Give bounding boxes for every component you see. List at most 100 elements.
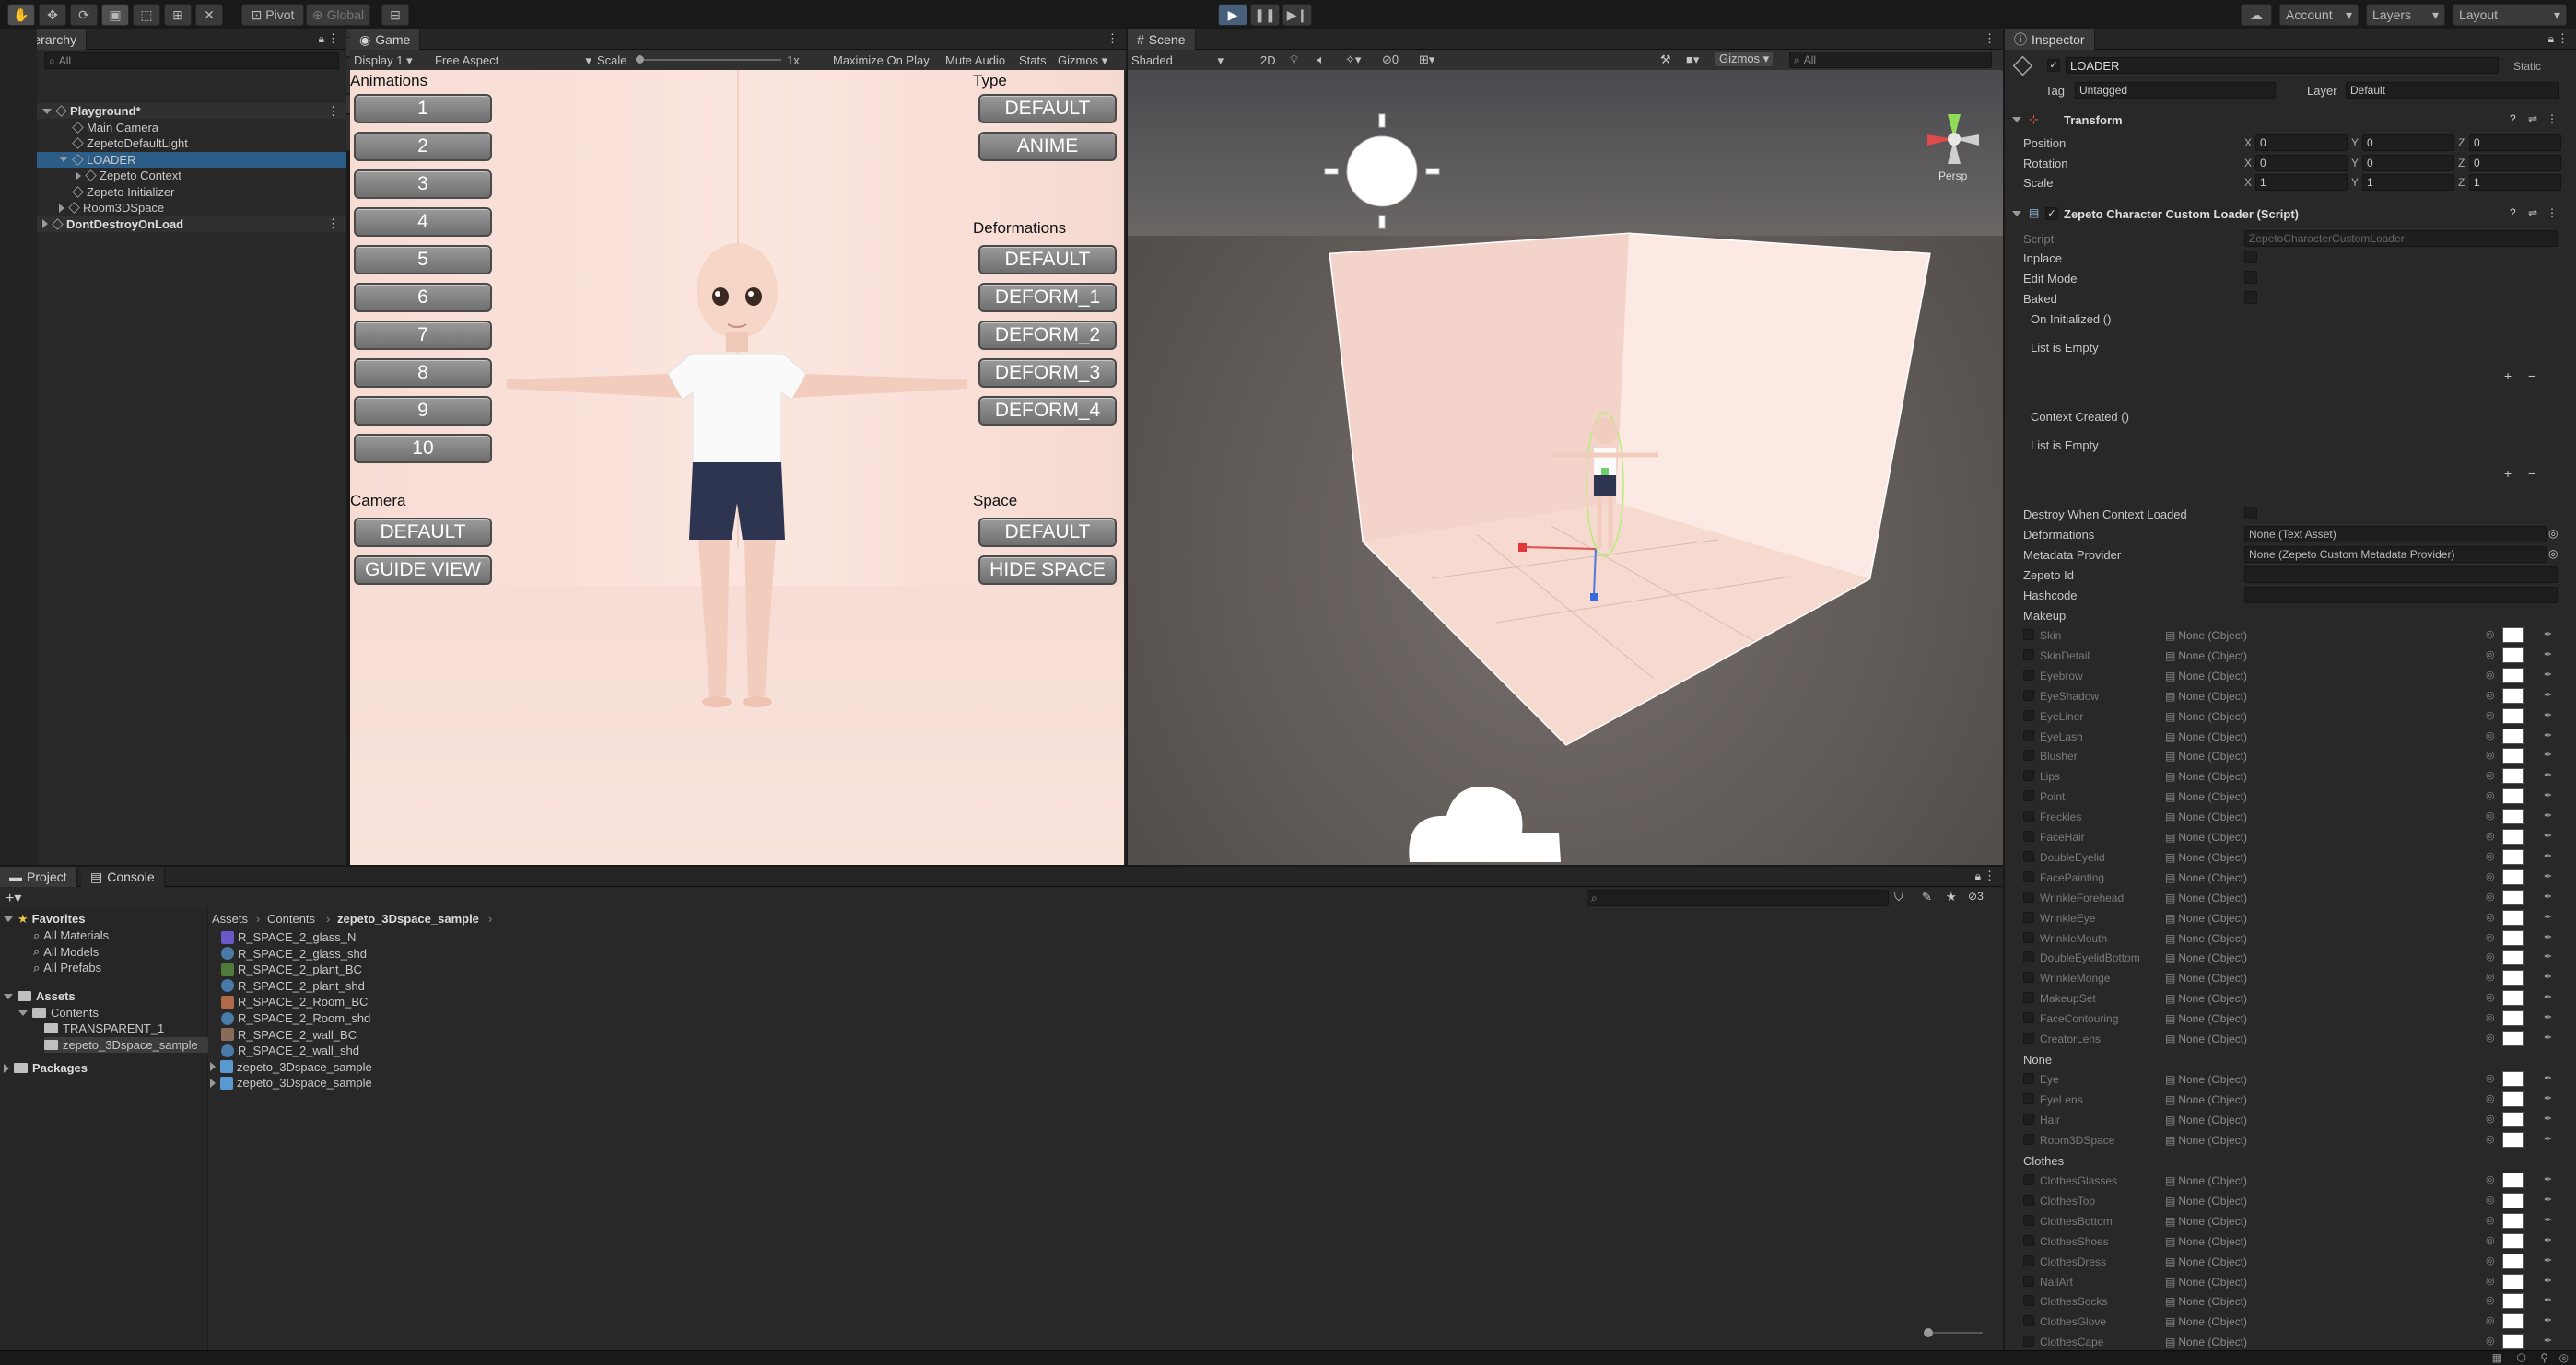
folder-tree-item[interactable]: Assets — [4, 988, 208, 1004]
animation-button[interactable]: 7 — [354, 321, 492, 350]
add-icon[interactable]: + — [2504, 466, 2512, 481]
scale-slider[interactable] — [636, 55, 781, 64]
animation-button[interactable]: 9 — [354, 396, 492, 426]
color-swatch[interactable] — [2502, 1273, 2524, 1289]
stats-toggle[interactable]: Stats — [1019, 53, 1047, 67]
preset-icon[interactable]: ⇌ — [2528, 206, 2537, 219]
eyedropper-icon[interactable]: ✒︎ — [2544, 628, 2552, 640]
chevron-down-icon[interactable] — [18, 1009, 28, 1016]
space-button[interactable]: DEFAULT — [978, 518, 1117, 547]
more-icon[interactable]: ⋮ — [327, 216, 339, 231]
slot-checkbox[interactable] — [2023, 770, 2034, 782]
chevron-right-icon[interactable] — [210, 1062, 216, 1072]
color-swatch[interactable] — [2502, 1071, 2524, 1087]
icon-size-slider[interactable] — [1924, 1328, 1983, 1337]
color-swatch[interactable] — [2502, 1091, 2524, 1107]
property-checkbox[interactable] — [2244, 251, 2257, 263]
tab-inspector[interactable]: ⓘ Inspector — [2005, 29, 2095, 50]
slot-checkbox[interactable] — [2023, 1214, 2034, 1226]
target-icon[interactable]: ◎ — [2486, 1011, 2495, 1023]
color-swatch[interactable] — [2502, 1253, 2524, 1269]
folder-tree-item[interactable]: ⌕ All Models — [33, 944, 208, 960]
slot-object-field[interactable]: ▤ None (Object) — [2161, 688, 2346, 705]
slot-object-field[interactable]: ▤ None (Object) — [2161, 1172, 2346, 1189]
slot-checkbox[interactable] — [2023, 931, 2034, 943]
chevron-down-icon[interactable] — [2012, 117, 2021, 122]
asset-item[interactable]: R_SPACE_2_plant_shd — [221, 978, 590, 994]
color-swatch[interactable] — [2502, 707, 2524, 724]
slot-object-field[interactable]: ▤ None (Object) — [2161, 849, 2346, 866]
slot-object-field[interactable]: ▤ None (Object) — [2161, 768, 2346, 785]
target-icon[interactable]: ◎ — [2486, 911, 2495, 923]
chevron-right-icon[interactable] — [4, 1063, 9, 1073]
color-swatch[interactable] — [2502, 627, 2524, 643]
target-icon[interactable]: ◎ — [2486, 1032, 2495, 1044]
tab-game[interactable]: ◉ Game — [350, 29, 421, 50]
eyedropper-icon[interactable]: ✒︎ — [2544, 729, 2552, 741]
animation-button[interactable]: 1 — [354, 94, 492, 123]
target-icon[interactable]: ◎ — [2486, 971, 2495, 983]
target-icon[interactable]: ◎ — [2486, 709, 2495, 721]
eyedropper-icon[interactable]: ✒︎ — [2544, 1194, 2552, 1206]
more-icon[interactable]: ⋮ — [327, 104, 339, 119]
slot-object-field[interactable]: ▤ None (Object) — [2161, 990, 2346, 1007]
animation-button[interactable]: 10 — [354, 434, 492, 463]
color-swatch[interactable] — [2502, 1313, 2524, 1330]
slot-checkbox[interactable] — [2023, 709, 2034, 721]
more-icon[interactable]: ⋮ — [327, 31, 339, 46]
transform-y-field[interactable]: 0 — [2362, 134, 2454, 151]
maximize-on-play-toggle[interactable]: Maximize On Play — [833, 53, 930, 67]
camera-button[interactable]: GUIDE VIEW — [354, 555, 492, 585]
breadcrumb-item[interactable]: Assets — [212, 912, 248, 926]
target-icon[interactable]: ◎ — [2486, 769, 2495, 781]
target-icon[interactable]: ◎ — [2486, 1254, 2495, 1266]
target-icon[interactable]: ◎ — [2486, 1173, 2495, 1185]
color-swatch[interactable] — [2502, 768, 2524, 785]
eyedropper-icon[interactable]: ✒︎ — [2544, 1314, 2552, 1326]
slot-object-field[interactable]: ▤ None (Object) — [2161, 648, 2346, 664]
more-icon[interactable]: ⋮ — [2547, 206, 2558, 219]
display-dropdown[interactable]: Display 1 ▾ — [354, 53, 413, 68]
slot-checkbox[interactable] — [2023, 1295, 2034, 1307]
eyedropper-icon[interactable]: ✒︎ — [2544, 689, 2552, 701]
remove-icon[interactable]: − — [2528, 466, 2535, 481]
eyedropper-icon[interactable]: ✒︎ — [2544, 1254, 2552, 1266]
slot-object-field[interactable]: ▤ None (Object) — [2161, 1031, 2346, 1047]
type-button[interactable]: DEFAULT — [978, 94, 1117, 123]
slot-checkbox[interactable] — [2023, 1275, 2034, 1287]
tools-icon[interactable]: ⚒︎ — [1660, 52, 1671, 67]
color-swatch[interactable] — [2502, 1334, 2524, 1350]
slot-object-field[interactable]: ▤ None (Object) — [2161, 930, 2346, 947]
target-icon[interactable]: ◎ — [2486, 628, 2495, 640]
mute-audio-toggle[interactable]: Mute Audio — [945, 53, 1005, 67]
more-icon[interactable]: ⋮ — [2547, 112, 2558, 125]
slot-object-field[interactable]: ▤ None (Object) — [2161, 788, 2346, 805]
target-icon[interactable]: ◎ — [2548, 527, 2558, 540]
slot-checkbox[interactable] — [2023, 1174, 2034, 1185]
target-icon[interactable]: ◎ — [2486, 669, 2495, 681]
asset-item[interactable]: R_SPACE_2_plant_BC — [221, 962, 590, 977]
asset-item[interactable]: R_SPACE_2_glass_shd — [221, 946, 590, 962]
camera-button[interactable]: DEFAULT — [354, 518, 492, 547]
color-swatch[interactable] — [2502, 889, 2524, 905]
tab-scene[interactable]: # Scene — [1128, 29, 1196, 50]
hierarchy-item[interactable]: Zepeto Context — [37, 168, 346, 183]
color-swatch[interactable] — [2502, 1192, 2524, 1208]
lock-icon[interactable]: 🔒︎ — [319, 32, 324, 46]
effects-icon[interactable]: ✧▾ — [1345, 52, 1361, 67]
slot-object-field[interactable]: ▤ None (Object) — [2161, 869, 2346, 886]
slot-checkbox[interactable] — [2023, 1113, 2034, 1125]
target-icon[interactable]: ◎ — [2486, 830, 2495, 842]
deformation-button[interactable]: DEFORM_2 — [978, 321, 1117, 350]
eyedropper-icon[interactable]: ✒︎ — [2544, 749, 2552, 761]
slot-object-field[interactable]: ▤ None (Object) — [2161, 1293, 2346, 1310]
color-swatch[interactable] — [2502, 990, 2524, 1007]
target-icon[interactable]: ◎ — [2486, 1335, 2495, 1347]
lock-icon[interactable]: 🔒︎ — [2548, 32, 2554, 46]
help-icon[interactable]: ? — [2510, 206, 2516, 219]
gizmos-dropdown[interactable]: Gizmos ▾ — [1058, 53, 1107, 68]
shading-dropdown[interactable]: Shaded ▾ — [1131, 53, 1224, 67]
axis-gizmo-icon[interactable] — [1922, 107, 1986, 171]
folder-tree-item[interactable]: zepeto_3Dspace_sample — [44, 1036, 208, 1053]
eyedropper-icon[interactable]: ✒︎ — [2544, 1335, 2552, 1347]
